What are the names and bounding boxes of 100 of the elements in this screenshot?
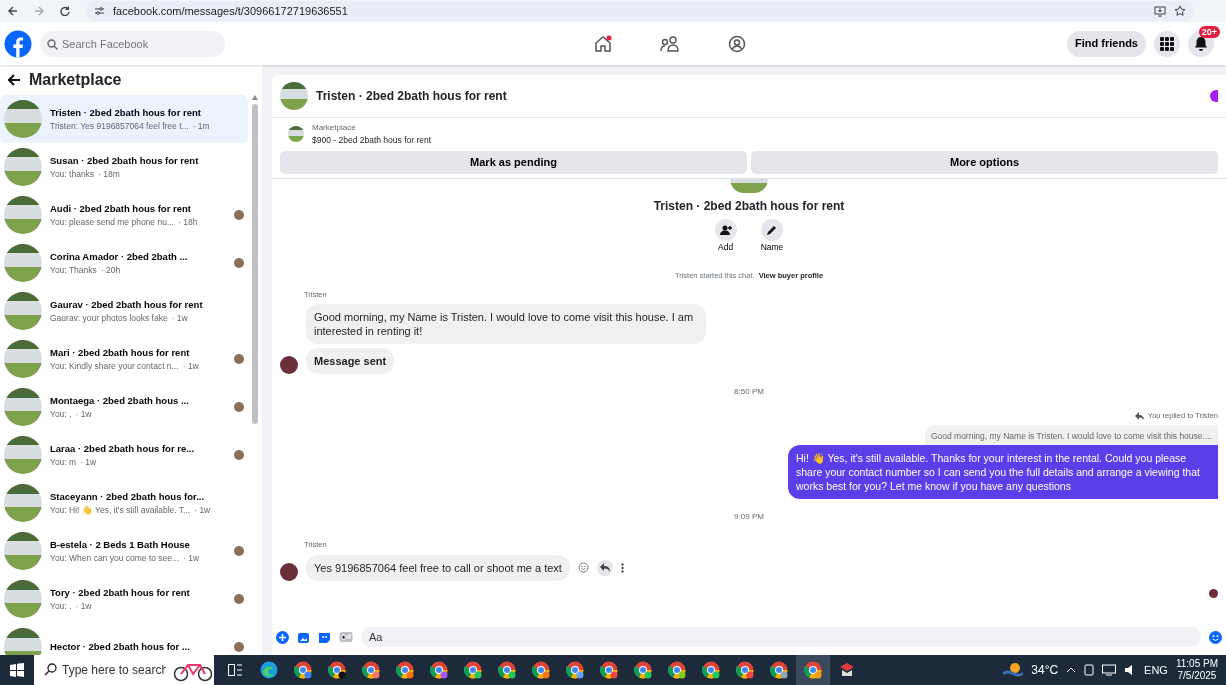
more-icon[interactable] — [620, 562, 624, 573]
message-preview: You: thanks — [50, 167, 95, 181]
message-field[interactable]: Aa — [361, 627, 1201, 647]
chrome-icon[interactable] — [668, 661, 686, 679]
chrome-icon[interactable] — [328, 661, 346, 679]
menu-button[interactable] — [1154, 30, 1180, 57]
photo-icon[interactable] — [297, 630, 310, 644]
message-preview: You: , — [50, 407, 72, 421]
chrome-icon[interactable] — [362, 661, 380, 679]
sticker-icon[interactable] — [318, 630, 331, 644]
message-time: · 1w — [194, 503, 211, 517]
action-button[interactable]: Mark as pending — [280, 150, 747, 174]
chrome-icon[interactable] — [702, 661, 720, 679]
search-field[interactable]: Search Facebook — [40, 30, 225, 57]
conversation-title: Hector · 2bed 2bath hous for ... — [50, 640, 191, 654]
scroll-up-icon[interactable] — [252, 95, 258, 101]
conversation-title: Corina Amador · 2bed 2bath ... — [50, 249, 189, 264]
bell-icon — [1194, 36, 1208, 51]
conversation-item[interactable]: Audi · 2bed 2bath hous for rent You: please send me phone nu... · 18h — [0, 191, 248, 240]
conversation-item[interactable]: Staceyann · 2bed 2bath hous for... You: Hi! 👋 Yes, it's still available. T... · 1w — [0, 479, 248, 528]
chrome-icon[interactable] — [532, 661, 550, 679]
search-icon — [44, 663, 57, 676]
conversation-item[interactable]: Laraa · 2bed 2bath hous for re... You: m · 1w — [0, 431, 248, 480]
message-preview: Tristen: Yes 9196857064 feel free t... — [50, 119, 189, 133]
browser-icon[interactable] — [260, 661, 278, 679]
install-icon[interactable] — [1154, 5, 1166, 17]
action-button[interactable]: More options — [751, 150, 1218, 174]
photo-placeholder — [4, 436, 42, 475]
conversation-title: Staceyann · 2bed 2bath hous for... — [50, 489, 206, 504]
message-preview: You: When can you come to see... — [50, 551, 180, 565]
chrome-icon[interactable] — [600, 661, 618, 679]
message-time: · 1w — [75, 407, 92, 421]
chrome-icon[interactable] — [498, 661, 516, 679]
chrome-icon[interactable] — [634, 661, 652, 679]
message-time: · 20h — [100, 263, 121, 277]
search-icon — [47, 38, 58, 50]
plus-icon[interactable] — [276, 630, 289, 644]
network-icon[interactable] — [1102, 664, 1117, 676]
device-icon[interactable] — [1084, 664, 1095, 676]
weather-icon — [1003, 662, 1024, 678]
facebook-logo[interactable] — [4, 29, 32, 58]
conversation-item[interactable]: B-estela · 2 Beds 1 Bath House You: When can you come to see... · 1w — [0, 527, 248, 576]
chrome-icon[interactable] — [430, 661, 448, 679]
sidebar-title: Marketplace — [29, 70, 122, 91]
reply-icon[interactable] — [599, 563, 610, 572]
conversation-title: Gaurav · 2bed 2bath hous for rent — [50, 297, 204, 312]
message-time: · 1w — [183, 551, 200, 565]
chrome-icon[interactable] — [396, 661, 414, 679]
task-view-icon[interactable] — [228, 664, 242, 676]
photo-placeholder — [730, 178, 768, 193]
message-time: · 1w — [171, 311, 188, 325]
language-indicator[interactable]: ENG — [1144, 661, 1168, 679]
conversation-item[interactable]: Tristen · 2bed 2bath hous for rent Tristen: Yes 9196857064 feel free t... · 1m — [0, 95, 248, 144]
conversation-title: Tristen · 2bed 2bath hous for rent — [50, 105, 202, 120]
conversation-item[interactable]: Tory · 2bed 2bath hous for rent You: . · 1w — [0, 575, 248, 624]
emoji-icon[interactable] — [1209, 630, 1222, 644]
message-preview: You: Kindly share your contact n... — [50, 359, 179, 373]
reload-icon[interactable] — [60, 6, 70, 16]
photo-placeholder — [4, 628, 42, 655]
conversation-item[interactable]: Susan · 2bed 2bath hous for rent You: thanks · 18m — [0, 143, 248, 192]
scrollbar-thumb[interactable] — [252, 104, 258, 425]
notification-count: 20+ — [1198, 25, 1220, 38]
message-preview: You: . — [50, 599, 72, 613]
home-icon[interactable] — [594, 34, 612, 53]
chrome-icon[interactable] — [804, 661, 822, 679]
chrome-icon[interactable] — [464, 661, 482, 679]
conversation-item[interactable]: Mari · 2bed 2bath hous for rent You: Kindly share your contact n... · 1w — [0, 335, 248, 384]
grid-icon — [1160, 36, 1174, 51]
friends-icon[interactable] — [660, 34, 680, 53]
avatar — [280, 356, 298, 374]
conversation-item[interactable]: Corina Amador · 2bed 2bath ... You: Thanks · 20h — [0, 239, 248, 288]
chrome-icon[interactable] — [294, 661, 312, 679]
conversation-item[interactable]: Montaega · 2bed 2bath hous ... You: , · 1w — [0, 383, 248, 432]
windows-icon[interactable] — [10, 663, 24, 677]
listing-title[interactable]: $900 - 2bed 2bath hous for rent — [312, 134, 432, 147]
star-icon[interactable] — [1174, 5, 1186, 17]
site-settings-icon[interactable] — [94, 6, 105, 16]
message-preview: You: Hi! 👋 Yes, it's still available. T... — [50, 503, 191, 517]
timestamp: 8:50 PM — [733, 386, 765, 398]
photo-placeholder — [4, 196, 42, 235]
message-preview: You: Thanks — [50, 263, 97, 277]
photo-placeholder — [4, 388, 42, 427]
chrome-icon[interactable] — [770, 661, 788, 679]
back-arrow-icon[interactable] — [8, 74, 21, 87]
groups-icon[interactable] — [728, 34, 746, 53]
message-time: · 18m — [98, 167, 120, 181]
conversation-title: Tory · 2bed 2bath hous for rent — [50, 585, 191, 600]
conversation-item[interactable]: Gaurav · 2bed 2bath hous for rent Gaurav: your photos looks fake · 1w — [0, 287, 248, 336]
photo-placeholder — [4, 292, 42, 331]
photo-placeholder — [4, 484, 42, 523]
back-icon[interactable] — [8, 6, 18, 16]
smiley-icon[interactable] — [577, 562, 589, 573]
find-friends-button[interactable]: Find friends — [1067, 30, 1146, 57]
gif-icon[interactable] — [339, 631, 353, 643]
chevron-up-icon[interactable] — [1066, 667, 1077, 673]
conversation-title: Laraa · 2bed 2bath hous for re... — [50, 441, 196, 456]
chrome-icon[interactable] — [566, 661, 584, 679]
chrome-icon[interactable] — [736, 661, 754, 679]
app-icon[interactable] — [838, 661, 856, 679]
clock[interactable]: 11:05 PM 7/5/2025 — [1175, 658, 1218, 682]
